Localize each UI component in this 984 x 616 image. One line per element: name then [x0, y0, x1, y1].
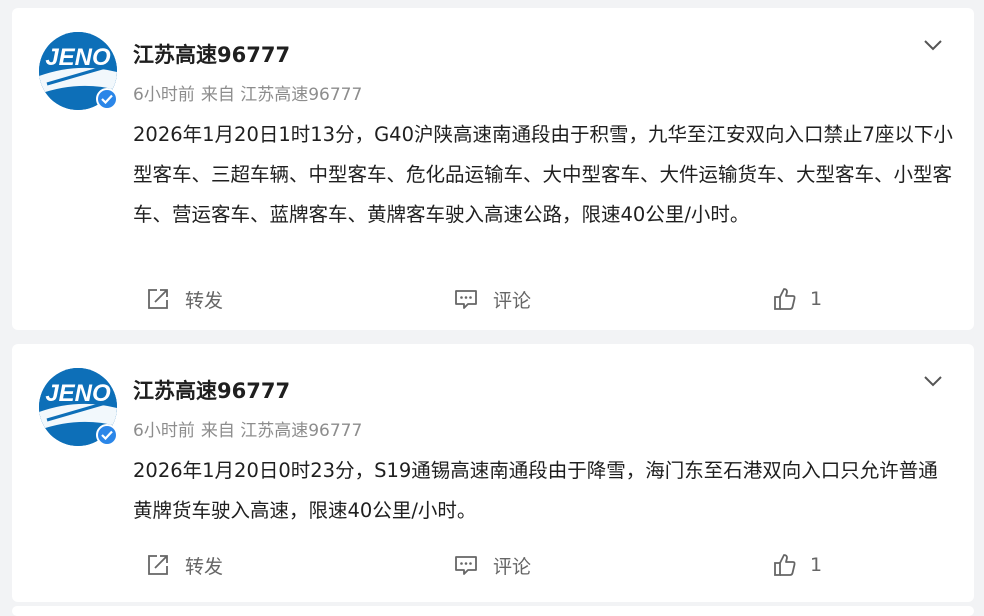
post-source: 来自 江苏高速96777	[200, 85, 363, 105]
comment-label: 评论	[493, 555, 532, 578]
repost-icon	[145, 552, 171, 578]
post-time[interactable]: 6小时前	[133, 421, 195, 441]
post-content: 2026年1月20日1时13分，G40沪陕高速南通段由于积雪，九华至江安双向入口…	[133, 123, 953, 226]
thumbs-up-icon	[772, 286, 798, 312]
repost-label: 转发	[185, 555, 224, 578]
post-source: 来自 江苏高速96777	[200, 421, 363, 441]
account-name[interactable]: 江苏高速96777	[133, 375, 290, 405]
like-button[interactable]: 1	[772, 550, 822, 580]
like-count: 1	[810, 554, 823, 576]
repost-button[interactable]: 转发	[145, 284, 223, 314]
chevron-down-icon[interactable]	[922, 34, 944, 56]
post-card: JENO 江苏高速96777 6小时前 来自 江苏高速96777 2026年1月2…	[12, 8, 974, 330]
verified-badge-icon	[96, 88, 118, 110]
post-actions: 转发 评论 1	[12, 284, 974, 314]
post-content: 2026年1月20日0时23分，S19通锡高速南通段由于降雪，海门东至石港双向入…	[133, 459, 938, 522]
verified-badge-icon	[96, 424, 118, 446]
thumbs-up-icon	[772, 552, 798, 578]
comment-button[interactable]: 评论	[453, 550, 531, 580]
post-card-next	[12, 606, 974, 616]
repost-icon	[145, 286, 171, 312]
chevron-down-icon[interactable]	[922, 370, 944, 392]
comment-label: 评论	[493, 289, 532, 312]
comment-button[interactable]: 评论	[453, 284, 531, 314]
avatar-logo-text: JENO	[45, 44, 111, 71]
like-button[interactable]: 1	[772, 284, 822, 314]
post-meta: 6小时前 来自 江苏高速96777	[133, 416, 362, 441]
post-time[interactable]: 6小时前	[133, 85, 195, 105]
comment-icon	[453, 286, 479, 312]
repost-label: 转发	[185, 289, 224, 312]
avatar-logo-text: JENO	[45, 380, 111, 407]
post-meta: 6小时前 来自 江苏高速96777	[133, 80, 362, 105]
repost-button[interactable]: 转发	[145, 550, 223, 580]
post-actions: 转发 评论 1	[12, 550, 974, 580]
like-count: 1	[810, 288, 823, 310]
post-card: JENO 江苏高速96777 6小时前 来自 江苏高速96777 2026年1月2…	[12, 344, 974, 602]
comment-icon	[453, 552, 479, 578]
account-name[interactable]: 江苏高速96777	[133, 39, 290, 69]
